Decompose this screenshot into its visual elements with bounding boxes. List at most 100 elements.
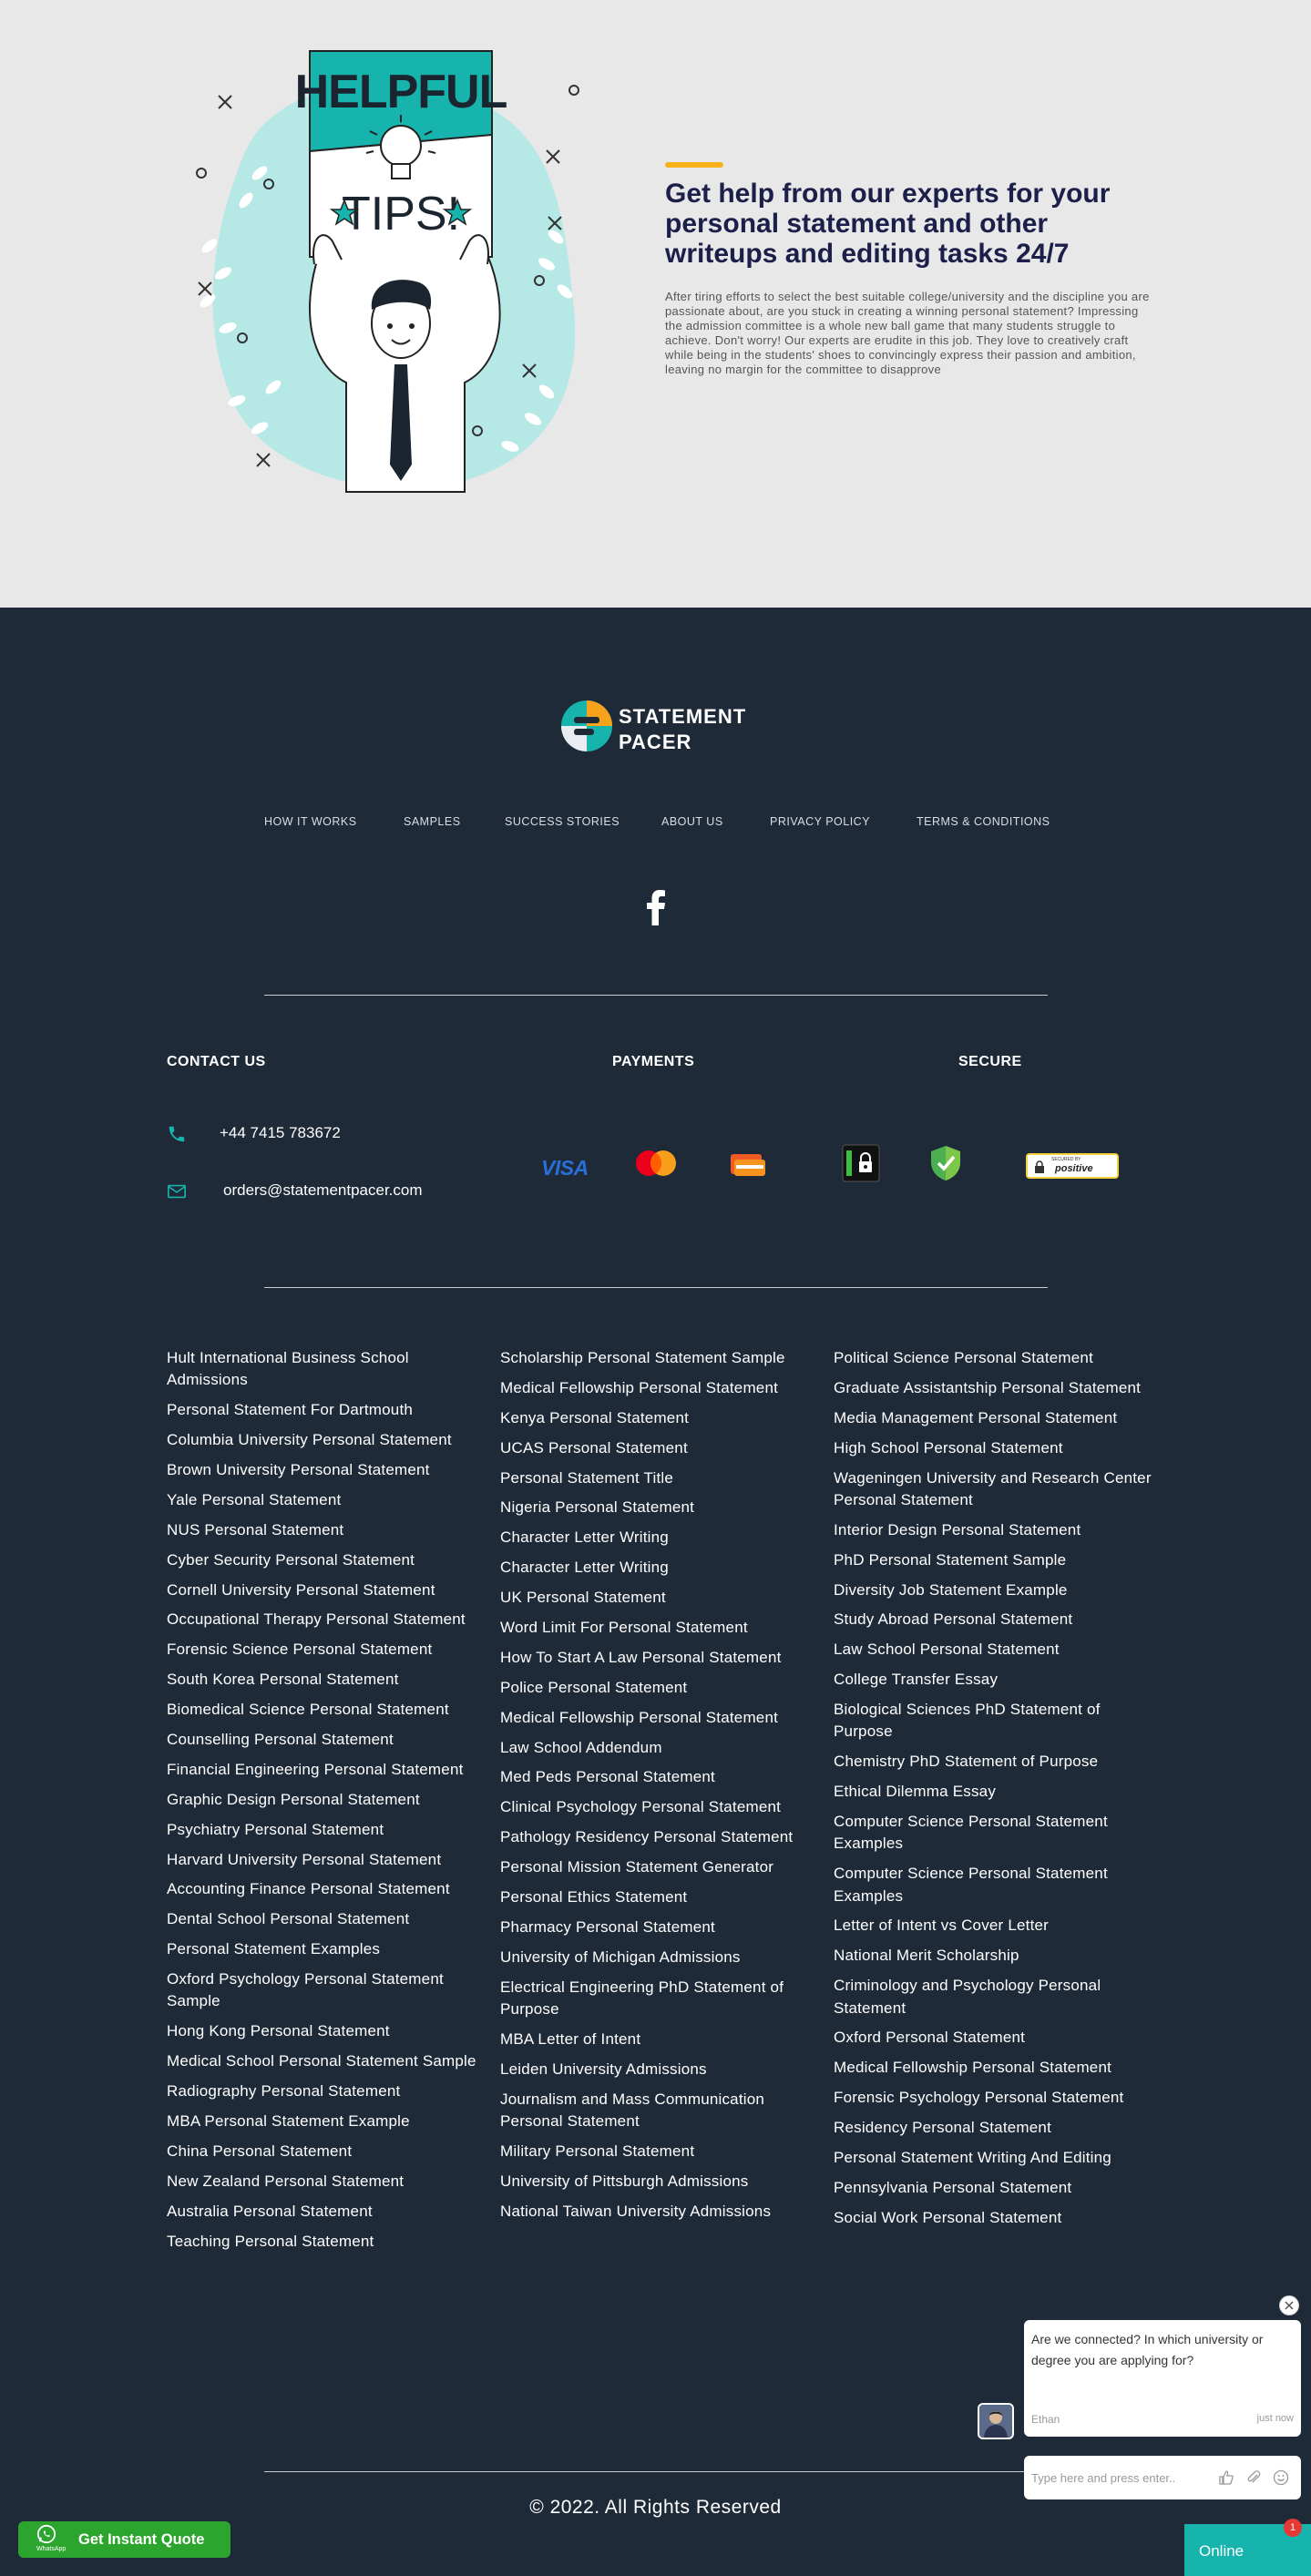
footer-link[interactable]: Journalism and Mass Communication Person… bbox=[500, 2089, 824, 2133]
footer-link[interactable]: Oxford Personal Statement bbox=[834, 2027, 1157, 2049]
footer-link[interactable]: Social Work Personal Statement bbox=[834, 2207, 1157, 2229]
footer-link[interactable]: Personal Statement Title bbox=[500, 1467, 824, 1489]
footer-link[interactable]: Law School Addendum bbox=[500, 1737, 824, 1759]
chat-message-text: Are we connected? In which university or… bbox=[1031, 2332, 1264, 2367]
footer-link[interactable]: Personal Statement Writing And Editing bbox=[834, 2147, 1157, 2169]
footer-link[interactable]: Medical Fellowship Personal Statement bbox=[500, 1707, 824, 1729]
footer-link[interactable]: Personal Mission Statement Generator bbox=[500, 1856, 824, 1878]
footer-link[interactable]: Criminology and Psychology Personal Stat… bbox=[834, 1975, 1157, 2019]
footer-link[interactable]: Character Letter Writing bbox=[500, 1527, 824, 1549]
footer-link[interactable]: Dental School Personal Statement bbox=[167, 1908, 490, 1930]
footer-link[interactable]: Kenya Personal Statement bbox=[500, 1407, 824, 1429]
footer-link[interactable]: UK Personal Statement bbox=[500, 1587, 824, 1609]
footer-link[interactable]: National Taiwan University Admissions bbox=[500, 2201, 824, 2223]
footer-link[interactable]: Letter of Intent vs Cover Letter bbox=[834, 1915, 1157, 1937]
site-footer: STATEMENT PACER HOW IT WORKS SAMPLES SUC… bbox=[0, 608, 1311, 2576]
footer-link[interactable]: Computer Science Personal Statement Exam… bbox=[834, 1863, 1157, 1907]
footer-link[interactable]: Forensic Psychology Personal Statement bbox=[834, 2087, 1157, 2109]
chat-close-icon[interactable] bbox=[1279, 2295, 1299, 2315]
footer-link[interactable]: Forensic Science Personal Statement bbox=[167, 1639, 490, 1661]
get-instant-quote-button[interactable]: WhatsApp Get Instant Quote bbox=[18, 2521, 230, 2558]
footer-link[interactable]: Medical Fellowship Personal Statement bbox=[834, 2057, 1157, 2079]
footer-link[interactable]: Biomedical Science Personal Statement bbox=[167, 1699, 490, 1721]
footer-link[interactable]: Character Letter Writing bbox=[500, 1557, 824, 1579]
footer-link[interactable]: Cornell University Personal Statement bbox=[167, 1579, 490, 1601]
footer-link[interactable]: Residency Personal Statement bbox=[834, 2117, 1157, 2139]
footer-link[interactable]: Columbia University Personal Statement bbox=[167, 1429, 490, 1451]
facebook-icon[interactable] bbox=[646, 889, 666, 925]
footer-link[interactable]: Yale Personal Statement bbox=[167, 1489, 490, 1511]
emoji-icon[interactable] bbox=[1272, 2469, 1290, 2487]
footer-link[interactable]: Military Personal Statement bbox=[500, 2141, 824, 2162]
footer-link[interactable]: Police Personal Statement bbox=[500, 1677, 824, 1699]
footer-link[interactable]: Personal Statement For Dartmouth bbox=[167, 1399, 490, 1421]
footer-link[interactable]: Accounting Finance Personal Statement bbox=[167, 1878, 490, 1900]
footer-link[interactable]: University of Michigan Admissions bbox=[500, 1947, 824, 1968]
ssl-badge-top: SECURED BY bbox=[1051, 1157, 1081, 1162]
footer-link[interactable]: University of Pittsburgh Admissions bbox=[500, 2171, 824, 2193]
footer-link[interactable]: Financial Engineering Personal Statement bbox=[167, 1759, 490, 1781]
footer-link[interactable]: New Zealand Personal Statement bbox=[167, 2171, 490, 2193]
footer-link[interactable]: Psychiatry Personal Statement bbox=[167, 1819, 490, 1841]
footer-link[interactable]: Hong Kong Personal Statement bbox=[167, 2020, 490, 2042]
footer-link[interactable]: Personal Statement Examples bbox=[167, 1938, 490, 1960]
thumbs-up-icon[interactable] bbox=[1217, 2469, 1235, 2487]
footer-link[interactable]: MBA Letter of Intent bbox=[500, 2029, 824, 2050]
footer-link[interactable]: Chemistry PhD Statement of Purpose bbox=[834, 1751, 1157, 1773]
footer-link[interactable]: Interior Design Personal Statement bbox=[834, 1519, 1157, 1541]
footer-link[interactable]: Leiden University Admissions bbox=[500, 2059, 824, 2080]
chat-message-input[interactable] bbox=[1031, 2469, 1204, 2487]
footer-link[interactable]: MBA Personal Statement Example bbox=[167, 2111, 490, 2132]
footer-link[interactable]: Cyber Security Personal Statement bbox=[167, 1549, 490, 1571]
footer-link[interactable]: Pharmacy Personal Statement bbox=[500, 1917, 824, 1938]
footer-link[interactable]: Electrical Engineering PhD Statement of … bbox=[500, 1977, 824, 2021]
footer-link[interactable]: Brown University Personal Statement bbox=[167, 1459, 490, 1481]
footer-link[interactable]: Law School Personal Statement bbox=[834, 1639, 1157, 1661]
footer-link[interactable]: Personal Ethics Statement bbox=[500, 1886, 824, 1908]
footer-link[interactable]: Graduate Assistantship Personal Statemen… bbox=[834, 1377, 1157, 1399]
footer-link[interactable]: Clinical Psychology Personal Statement bbox=[500, 1796, 824, 1818]
footer-link[interactable]: Computer Science Personal Statement Exam… bbox=[834, 1811, 1157, 1855]
footer-link[interactable]: Ethical Dilemma Essay bbox=[834, 1781, 1157, 1803]
footer-link[interactable]: Media Management Personal Statement bbox=[834, 1407, 1157, 1429]
footer-link[interactable]: Counselling Personal Statement bbox=[167, 1729, 490, 1751]
footer-link[interactable]: Biological Sciences PhD Statement of Pur… bbox=[834, 1699, 1157, 1743]
nav-about-us[interactable]: ABOUT US bbox=[661, 815, 723, 828]
nav-privacy-policy[interactable]: PRIVACY POLICY bbox=[770, 815, 870, 828]
footer-link[interactable]: Hult International Business School Admis… bbox=[167, 1347, 490, 1392]
footer-link[interactable]: South Korea Personal Statement bbox=[167, 1669, 490, 1691]
footer-link[interactable]: Occupational Therapy Personal Statement bbox=[167, 1609, 490, 1630]
footer-link[interactable]: Political Science Personal Statement bbox=[834, 1347, 1157, 1369]
footer-link[interactable]: Word Limit For Personal Statement bbox=[500, 1617, 824, 1639]
footer-link[interactable]: Pathology Residency Personal Statement bbox=[500, 1826, 824, 1848]
footer-link[interactable]: PhD Personal Statement Sample bbox=[834, 1549, 1157, 1571]
footer-link[interactable]: Oxford Psychology Personal Statement Sam… bbox=[167, 1968, 490, 2013]
footer-link[interactable]: Harvard University Personal Statement bbox=[167, 1849, 490, 1871]
footer-link[interactable]: How To Start A Law Personal Statement bbox=[500, 1647, 824, 1669]
footer-link[interactable]: China Personal Statement bbox=[167, 2141, 490, 2162]
nav-success-stories[interactable]: SUCCESS STORIES bbox=[505, 815, 620, 828]
nav-how-it-works[interactable]: HOW IT WORKS bbox=[264, 815, 357, 828]
footer-link[interactable]: UCAS Personal Statement bbox=[500, 1437, 824, 1459]
footer-link[interactable]: Medical Fellowship Personal Statement bbox=[500, 1377, 824, 1399]
footer-link[interactable]: High School Personal Statement bbox=[834, 1437, 1157, 1459]
footer-link[interactable]: National Merit Scholarship bbox=[834, 1945, 1157, 1967]
footer-link[interactable]: Australia Personal Statement bbox=[167, 2201, 490, 2223]
footer-link[interactable]: Graphic Design Personal Statement bbox=[167, 1789, 490, 1811]
footer-link[interactable]: Study Abroad Personal Statement bbox=[834, 1609, 1157, 1630]
footer-link[interactable]: Radiography Personal Statement bbox=[167, 2080, 490, 2102]
footer-link[interactable]: College Transfer Essay bbox=[834, 1669, 1157, 1691]
nav-terms-conditions[interactable]: TERMS & CONDITIONS bbox=[917, 815, 1050, 828]
footer-link[interactable]: Teaching Personal Statement bbox=[167, 2231, 490, 2253]
brand-logo[interactable]: STATEMENT PACER bbox=[559, 699, 760, 755]
footer-link[interactable]: Scholarship Personal Statement Sample bbox=[500, 1347, 824, 1369]
footer-link[interactable]: Medical School Personal Statement Sample bbox=[167, 2050, 490, 2072]
footer-link[interactable]: NUS Personal Statement bbox=[167, 1519, 490, 1541]
footer-link[interactable]: Pennsylvania Personal Statement bbox=[834, 2177, 1157, 2199]
footer-link[interactable]: Wageningen University and Research Cente… bbox=[834, 1467, 1157, 1512]
footer-link[interactable]: Nigeria Personal Statement bbox=[500, 1497, 824, 1518]
paperclip-icon[interactable] bbox=[1244, 2469, 1263, 2487]
footer-link[interactable]: Med Peds Personal Statement bbox=[500, 1766, 824, 1788]
footer-link[interactable]: Diversity Job Statement Example bbox=[834, 1579, 1157, 1601]
nav-samples[interactable]: SAMPLES bbox=[404, 815, 461, 828]
